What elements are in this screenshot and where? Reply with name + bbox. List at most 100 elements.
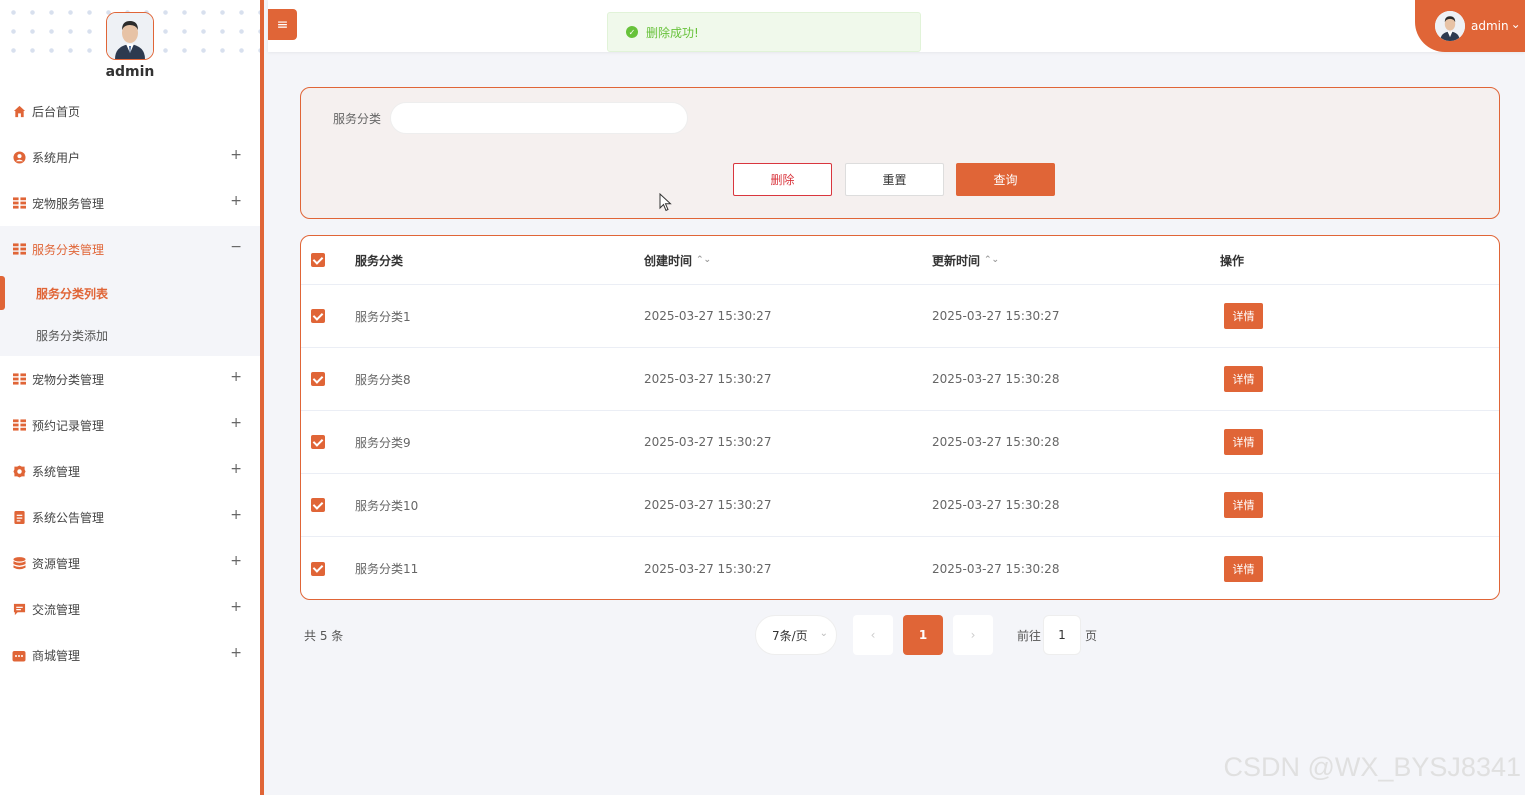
reset-button[interactable]: 重置 (845, 163, 944, 196)
sidebar-item-pet-category[interactable]: 宠物分类管理 + (0, 356, 260, 402)
expand-icon: + (230, 599, 242, 615)
table-row: 服务分类1 2025-03-27 15:30:27 2025-03-27 15:… (301, 285, 1499, 348)
table-row: 服务分类8 2025-03-27 15:30:27 2025-03-27 15:… (301, 348, 1499, 411)
row-checkbox[interactable] (311, 309, 325, 323)
sidebar-item-pet-service[interactable]: 宠物服务管理 + (0, 180, 260, 226)
avatar[interactable] (106, 12, 154, 60)
sidebar-item-label: 系统管理 (32, 464, 81, 479)
cell-created: 2025-03-27 15:30:27 (644, 309, 772, 323)
sidebar-item-announcement[interactable]: 系统公告管理 + (0, 494, 260, 540)
sidebar-item-label: 预约记录管理 (32, 418, 105, 433)
sidebar-item-label: 系统公告管理 (32, 510, 105, 525)
pagination-total: 共 5 条 (304, 629, 344, 643)
prev-page-button[interactable]: ‹ (853, 615, 893, 655)
cell-updated: 2025-03-27 15:30:28 (932, 435, 1060, 449)
select-all-checkbox[interactable] (311, 253, 325, 267)
table-header: 服务分类 创建时间 ⌃⌄ 更新时间 ⌃⌄ 操作 (301, 236, 1499, 285)
cell-created: 2025-03-27 15:30:27 (644, 372, 772, 386)
sidebar-item-resources[interactable]: 资源管理 + (0, 540, 260, 586)
expand-icon: + (230, 461, 242, 477)
goto-label: 前往 (1017, 629, 1042, 643)
page: admin 后台首页 系统用户 + 宠物服务管理 + 服务分类管理 − 服务分类… (0, 0, 1525, 795)
cell-created: 2025-03-27 15:30:27 (644, 561, 772, 576)
sidebar-item-label: 系统用户 (32, 150, 81, 165)
database-icon (12, 556, 26, 570)
detail-button[interactable]: 详情 (1224, 303, 1263, 329)
sidebar-subitem-label: 服务分类列表 (36, 286, 109, 301)
sidebar-subitem-label: 服务分类添加 (36, 328, 109, 343)
cell-category: 服务分类1 (355, 309, 411, 324)
table-row: 服务分类10 2025-03-27 15:30:27 2025-03-27 15… (301, 474, 1499, 537)
sidebar-subitem-service-category-list[interactable]: 服务分类列表 (0, 272, 260, 314)
delete-button[interactable]: 删除 (733, 163, 832, 196)
sidebar-item-label: 资源管理 (32, 556, 81, 571)
row-checkbox[interactable] (311, 498, 325, 512)
cell-category: 服务分类8 (355, 372, 411, 387)
chevron-right-icon: › (970, 628, 976, 642)
user-name: admin (1471, 19, 1509, 33)
service-category-input[interactable] (390, 102, 688, 134)
expand-icon: + (230, 507, 242, 523)
watermark: CSDN @WX_BYSJ8341 (1223, 752, 1521, 782)
sidebar-item-appointment[interactable]: 预约记录管理 + (0, 402, 260, 448)
grid-icon (12, 372, 26, 386)
next-page-button[interactable]: › (953, 615, 993, 655)
header-updated: 更新时间 (932, 253, 981, 268)
sidebar-item-service-category[interactable]: 服务分类管理 − (0, 226, 260, 272)
header-created: 创建时间 (644, 253, 693, 268)
sidebar-item-label: 服务分类管理 (32, 242, 105, 257)
detail-button[interactable]: 详情 (1224, 555, 1263, 582)
row-checkbox[interactable] (311, 435, 325, 449)
user-circle-icon (12, 150, 26, 164)
chevron-left-icon: ‹ (870, 628, 876, 642)
page-size-select[interactable]: 7条/页 ⌄ (755, 615, 837, 655)
sidebar-header: admin (0, 0, 260, 88)
cell-updated: 2025-03-27 15:30:28 (932, 498, 1060, 512)
sidebar-item-label: 宠物服务管理 (32, 196, 105, 211)
table-row: 服务分类9 2025-03-27 15:30:27 2025-03-27 15:… (301, 411, 1499, 474)
sidebar-menu: 后台首页 系统用户 + 宠物服务管理 + 服务分类管理 − 服务分类列表 服务分… (0, 88, 260, 678)
sidebar-item-system[interactable]: 系统管理 + (0, 448, 260, 494)
query-button[interactable]: 查询 (956, 163, 1055, 196)
shop-icon (12, 648, 26, 662)
goto-page-input[interactable]: 1 (1043, 615, 1081, 655)
grid-icon (12, 418, 26, 432)
grid-icon (12, 196, 26, 210)
expand-icon: + (230, 193, 242, 209)
data-table: 服务分类 创建时间 ⌃⌄ 更新时间 ⌃⌄ 操作 服务分类1 2025-03-27… (300, 235, 1500, 600)
sidebar-subitem-service-category-add[interactable]: 服务分类添加 (0, 314, 260, 356)
detail-button[interactable]: 详情 (1224, 429, 1263, 455)
cell-created: 2025-03-27 15:30:27 (644, 498, 772, 512)
cell-updated: 2025-03-27 15:30:28 (932, 561, 1060, 576)
sidebar-submenu: 服务分类列表 服务分类添加 (0, 272, 260, 356)
row-checkbox[interactable] (311, 561, 325, 576)
avatar (1435, 11, 1465, 41)
cell-updated: 2025-03-27 15:30:27 (932, 309, 1060, 323)
row-checkbox[interactable] (311, 372, 325, 386)
sidebar-item-label: 商城管理 (32, 648, 81, 663)
chat-icon (12, 602, 26, 616)
expand-icon: + (230, 147, 242, 163)
collapse-icon: − (230, 239, 242, 255)
search-panel: 服务分类 删除 重置 查询 (300, 87, 1500, 219)
grid-icon (12, 242, 26, 256)
sidebar-item-communication[interactable]: 交流管理 + (0, 586, 260, 632)
expand-icon: + (230, 369, 242, 385)
toast-message: 删除成功! (646, 25, 699, 40)
page-number-button[interactable]: 1 (903, 615, 943, 655)
sort-icon[interactable]: ⌃⌄ (696, 256, 711, 265)
sidebar-user-name: admin (105, 64, 155, 80)
detail-button[interactable]: 详情 (1224, 366, 1263, 392)
user-menu[interactable]: admin ⌄ (1415, 0, 1525, 52)
sidebar-item-system-users[interactable]: 系统用户 + (0, 134, 260, 180)
gear-icon (12, 464, 26, 478)
header-action: 操作 (1220, 253, 1245, 268)
sidebar-item-home[interactable]: 后台首页 (0, 88, 260, 134)
sidebar-item-shop[interactable]: 商城管理 + (0, 632, 260, 678)
sort-icon[interactable]: ⌃⌄ (984, 256, 999, 265)
avatar-image (107, 13, 153, 59)
home-icon (12, 104, 26, 118)
detail-button[interactable]: 详情 (1224, 492, 1263, 518)
sidebar: admin 后台首页 系统用户 + 宠物服务管理 + 服务分类管理 − 服务分类… (0, 0, 264, 795)
cell-category: 服务分类11 (355, 562, 419, 576)
